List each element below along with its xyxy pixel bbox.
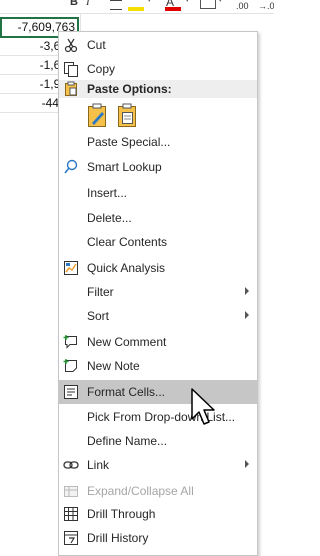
menu-item-label: Smart Lookup (87, 160, 162, 174)
menu-item-clear-contents[interactable]: Clear Contents (59, 230, 257, 254)
menu-item-label: Link (87, 458, 110, 472)
borders-icon[interactable] (200, 0, 216, 9)
menu-item-filter[interactable]: Filter (59, 280, 257, 304)
menu-item-format-cells[interactable]: Format Cells... (59, 380, 257, 404)
menu-item-drill-through[interactable]: Drill Through (59, 502, 257, 526)
menu-item-label: Define Name... (87, 434, 168, 448)
increase-decimal-button[interactable]: .00 (236, 1, 249, 11)
link-icon (63, 457, 79, 473)
menu-item-insert[interactable]: Insert... (59, 181, 257, 205)
menu-item-new-note[interactable]: New Note (59, 354, 257, 378)
menu-item-quick-analysis[interactable]: Quick Analysis (59, 256, 257, 280)
submenu-arrow-icon (245, 311, 249, 319)
menu-item-delete[interactable]: Delete... (59, 206, 257, 230)
menu-item-label: Expand/Collapse All (87, 484, 194, 498)
menu-item-paste-special[interactable]: Paste Special... (59, 130, 257, 154)
menu-item-label: Drill History (87, 531, 149, 545)
bold-button[interactable]: B (70, 0, 78, 8)
submenu-arrow-icon (245, 460, 249, 468)
menu-item-label: Filter (87, 285, 114, 299)
menu-item-expand-collapse-all: Expand/Collapse All (59, 479, 257, 503)
new-note-icon (63, 358, 79, 374)
menu-item-label: Paste Special... (87, 135, 171, 149)
paste-formatting-icon[interactable] (87, 103, 109, 129)
quick-analysis-icon (63, 260, 79, 276)
menu-item-label: Insert... (87, 186, 128, 200)
formatting-toolbar: B I ▾ A ▾ ▾ .00 →.0 (0, 0, 274, 13)
menu-item-smart-lookup[interactable]: Smart Lookup (59, 155, 257, 179)
italic-button[interactable]: I (86, 0, 90, 8)
menu-item-label: Sort (87, 309, 110, 323)
drill-history-icon (63, 530, 79, 546)
menu-item-link[interactable]: Link (59, 453, 257, 477)
fill-color-icon[interactable] (128, 7, 144, 11)
menu-item-label: New Comment (87, 335, 167, 349)
expand-collapse-icon (63, 483, 79, 499)
menu-item-label: Cut (87, 38, 106, 52)
font-color-icon[interactable] (165, 7, 181, 11)
menu-item-label: Clear Contents (87, 235, 168, 249)
menu-item-label: Drill Through (87, 507, 156, 521)
mouse-pointer-icon (190, 387, 216, 429)
menu-item-pick-from-dropdown[interactable]: Pick From Drop-down List... (59, 405, 257, 429)
menu-item-label: Quick Analysis (87, 261, 166, 275)
font-color-dropdown-icon[interactable]: ▾ (185, 0, 190, 5)
align-icon[interactable] (110, 0, 122, 10)
context-menu: Cut Copy Paste Options: Paste Special...… (58, 31, 258, 556)
paste-values-icon[interactable] (117, 103, 139, 129)
menu-item-copy[interactable]: Copy (59, 57, 257, 81)
menu-item-cut[interactable]: Cut (59, 33, 257, 57)
paste-options-header: Paste Options: (59, 80, 257, 98)
new-comment-icon (63, 334, 79, 350)
fill-color-dropdown-icon[interactable]: ▾ (147, 0, 152, 5)
decrease-decimal-button[interactable]: →.0 (258, 1, 274, 11)
format-cells-icon (63, 384, 79, 400)
menu-item-label: Delete... (87, 211, 132, 225)
clipboard-icon (63, 81, 79, 97)
copy-icon (63, 61, 79, 77)
menu-item-new-comment[interactable]: New Comment (59, 330, 257, 354)
menu-item-label: Copy (87, 62, 116, 76)
search-icon (63, 159, 79, 175)
menu-item-label: Format Cells... (87, 385, 166, 399)
menu-item-sort[interactable]: Sort (59, 304, 257, 328)
menu-item-define-name[interactable]: Define Name... (59, 429, 257, 453)
scissors-icon (63, 37, 79, 53)
drill-through-icon (63, 506, 79, 522)
menu-item-label: New Note (87, 359, 140, 373)
paste-options-label: Paste Options: (87, 82, 172, 96)
menu-item-drill-history[interactable]: Drill History (59, 526, 257, 550)
submenu-arrow-icon (245, 287, 249, 295)
borders-dropdown-icon[interactable]: ▾ (218, 0, 223, 5)
